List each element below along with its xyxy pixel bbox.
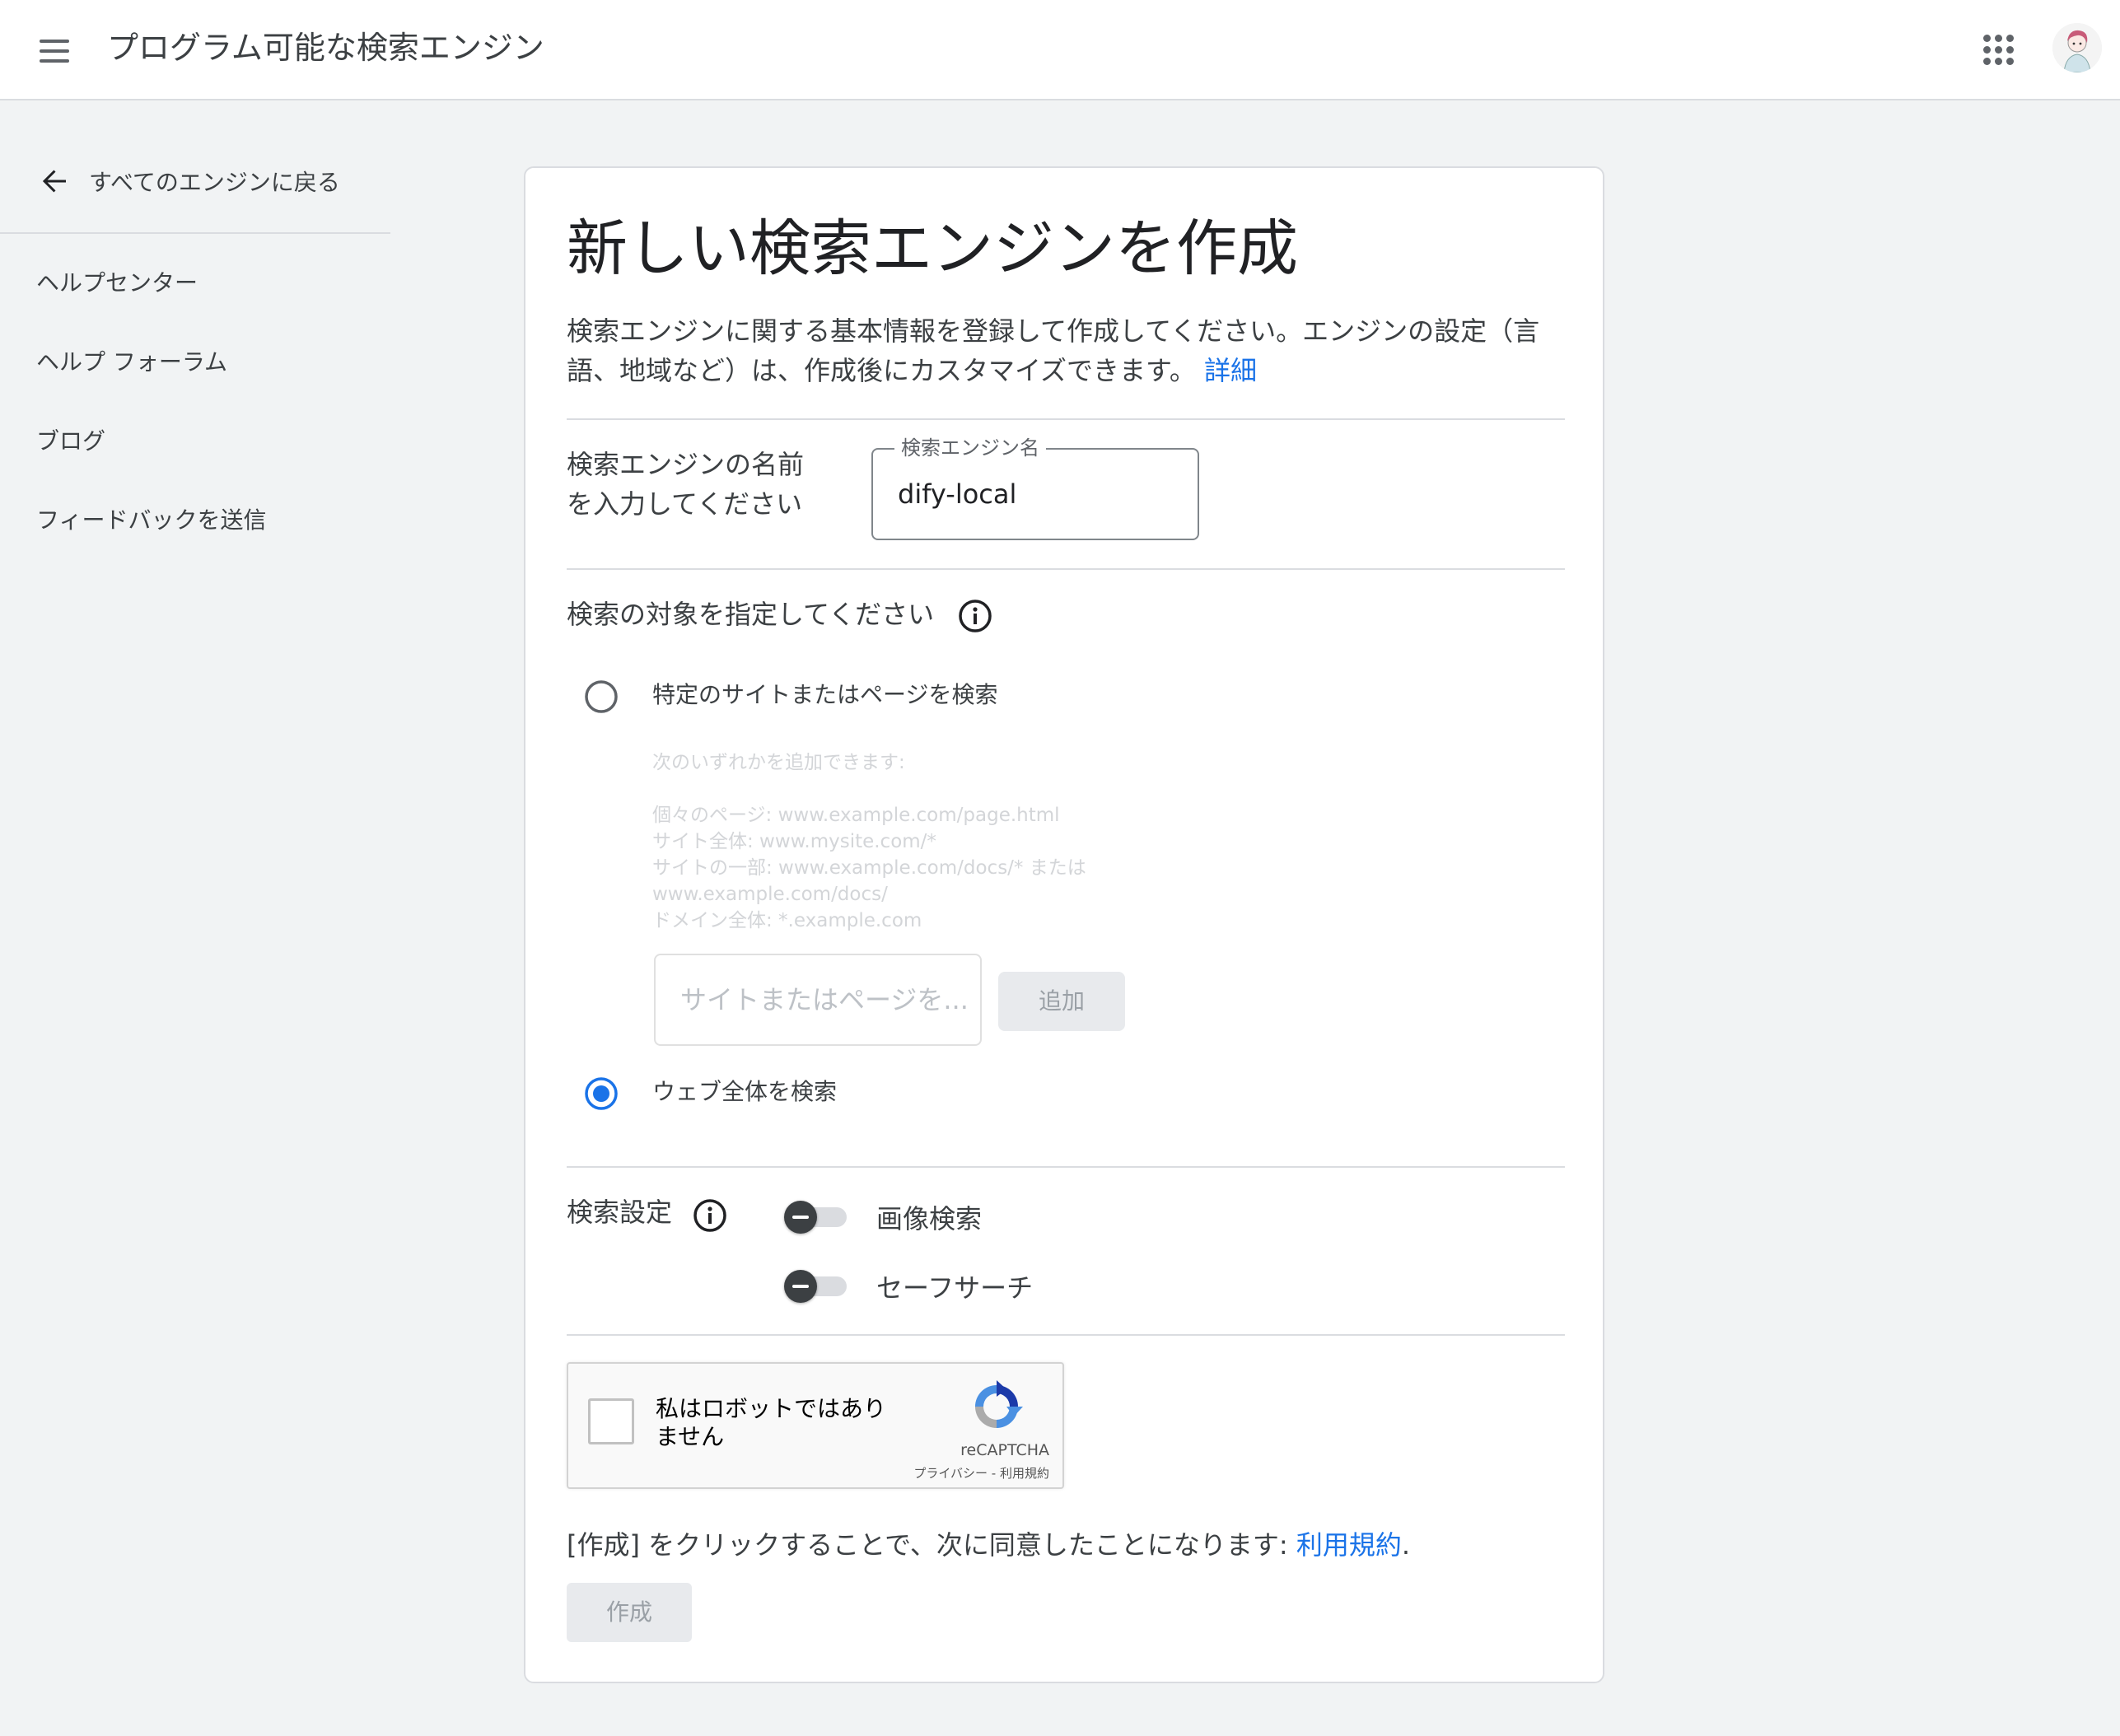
terms-agreement-end: . xyxy=(1401,1529,1411,1561)
back-link-label: すべてのエンジンに戻る xyxy=(89,169,340,196)
terms-agreement: [作成] をクリックすることで、次に同意したことになります: 利用規約. xyxy=(567,1525,1410,1565)
hint-text: 個々のページ: www.example.com/page.html xyxy=(652,805,1060,826)
radio-entire-web-label[interactable]: ウェブ全体を検索 xyxy=(652,1076,837,1108)
recaptcha-privacy-terms-link[interactable]: プライバシー - 利用規約 xyxy=(865,1464,1049,1482)
engine-name-label-line-1: 検索エンジンの名前 xyxy=(567,449,805,480)
engine-name-label-line-2: を入力してください xyxy=(567,488,803,520)
create-engine-card: 新しい検索エンジンを作成 検索エンジンに関する基本情報を登録して作成してください… xyxy=(524,166,1604,1683)
user-avatar[interactable] xyxy=(2052,23,2102,72)
engine-name-label: 検索エンジンの名前 を入力してください xyxy=(567,445,830,524)
hamburger-menu-icon[interactable] xyxy=(36,33,72,69)
sidebar-item-send-feedback[interactable]: フィードバックを送信 xyxy=(36,504,266,537)
search-target-label: 検索の対象を指定してください xyxy=(567,599,935,630)
radio-entire-web[interactable] xyxy=(583,1076,619,1112)
arrow-back-icon xyxy=(42,170,66,193)
section-divider xyxy=(567,1166,1565,1168)
apps-grid-icon[interactable] xyxy=(1982,33,2015,66)
page-title: 新しい検索エンジンを作成 xyxy=(567,213,1298,284)
hint-text: ドメイン全体: *.example.com xyxy=(652,910,922,931)
hint-text: www.example.com/docs/ xyxy=(652,884,888,905)
description-line-2: 語、地域など）は、作成後にカスタマイズできます。 詳細 xyxy=(567,351,1563,390)
info-icon[interactable] xyxy=(692,1197,728,1234)
form-description: 検索エンジンに関する基本情報を登録して作成してください。エンジンの設定（言 語、… xyxy=(567,311,1563,390)
hint-text: サイト全体: www.mysite.com/* xyxy=(652,831,936,852)
site-url-input[interactable]: サイトまたはページを... xyxy=(654,954,982,1046)
site-url-input-placeholder: サイトまたはページを... xyxy=(680,984,969,1015)
recaptcha-brand: reCAPTCHA xyxy=(960,1441,1049,1459)
image-search-toggle[interactable] xyxy=(784,1199,847,1235)
sidebar-item-help-forum[interactable]: ヘルプ フォーラム xyxy=(36,346,227,379)
hint-text: サイトの一部: www.example.com/docs/* または xyxy=(652,857,1086,879)
section-divider xyxy=(567,568,1565,570)
safe-search-label: セーフサーチ xyxy=(876,1272,1034,1304)
info-icon[interactable] xyxy=(957,598,993,634)
recaptcha-label-line-2: ません xyxy=(656,1423,725,1450)
back-to-engines-link[interactable]: すべてのエンジンに戻る xyxy=(36,156,382,206)
create-button[interactable]: 作成 xyxy=(567,1583,692,1642)
recaptcha-logo-icon xyxy=(975,1380,1023,1428)
image-search-label: 画像検索 xyxy=(876,1203,983,1234)
toggle-knob xyxy=(784,1201,817,1234)
search-settings-label: 検索設定 xyxy=(567,1197,673,1228)
terms-of-service-link[interactable]: 利用規約 xyxy=(1296,1529,1402,1561)
engine-name-field[interactable]: 検索エンジン名 dify-local xyxy=(871,435,1199,540)
add-site-button[interactable]: 追加 xyxy=(998,972,1125,1031)
app-title: プログラム可能な検索エンジン xyxy=(107,30,544,66)
hint-text: 次のいずれかを追加できます: xyxy=(652,752,905,773)
sidebar-item-blog[interactable]: ブログ xyxy=(36,425,105,458)
recaptcha-label: 私はロボットではあり ません xyxy=(656,1395,903,1451)
engine-name-field-legend: 検索エンジン名 xyxy=(894,435,1046,461)
top-app-bar: プログラム可能な検索エンジン xyxy=(0,0,2120,100)
engine-name-field-value: dify-local xyxy=(898,478,1017,510)
recaptcha-label-line-1: 私はロボットではあり xyxy=(656,1395,887,1422)
safe-search-toggle[interactable] xyxy=(784,1268,847,1304)
radio-specific-sites[interactable] xyxy=(583,679,619,715)
sidebar-divider xyxy=(0,232,390,234)
toggle-knob xyxy=(784,1270,817,1303)
recaptcha-checkbox[interactable] xyxy=(588,1398,634,1444)
radio-specific-sites-label[interactable]: 特定のサイトまたはページを検索 xyxy=(652,679,997,712)
section-divider xyxy=(567,418,1565,420)
recaptcha-widget: 私はロボットではあり ません reCAPTCHA プライバシー - 利用規約 xyxy=(567,1362,1064,1489)
section-divider xyxy=(567,1334,1565,1336)
description-line-2-text: 語、地域など）は、作成後にカスタマイズできます。 xyxy=(567,355,1196,386)
details-link[interactable]: 詳細 xyxy=(1204,355,1257,386)
sidebar-item-help-center[interactable]: ヘルプセンター xyxy=(36,267,198,300)
terms-agreement-text: [作成] をクリックすることで、次に同意したことになります: xyxy=(567,1529,1296,1561)
description-line-1: 検索エンジンに関する基本情報を登録して作成してください。エンジンの設定（言 xyxy=(567,315,1540,347)
